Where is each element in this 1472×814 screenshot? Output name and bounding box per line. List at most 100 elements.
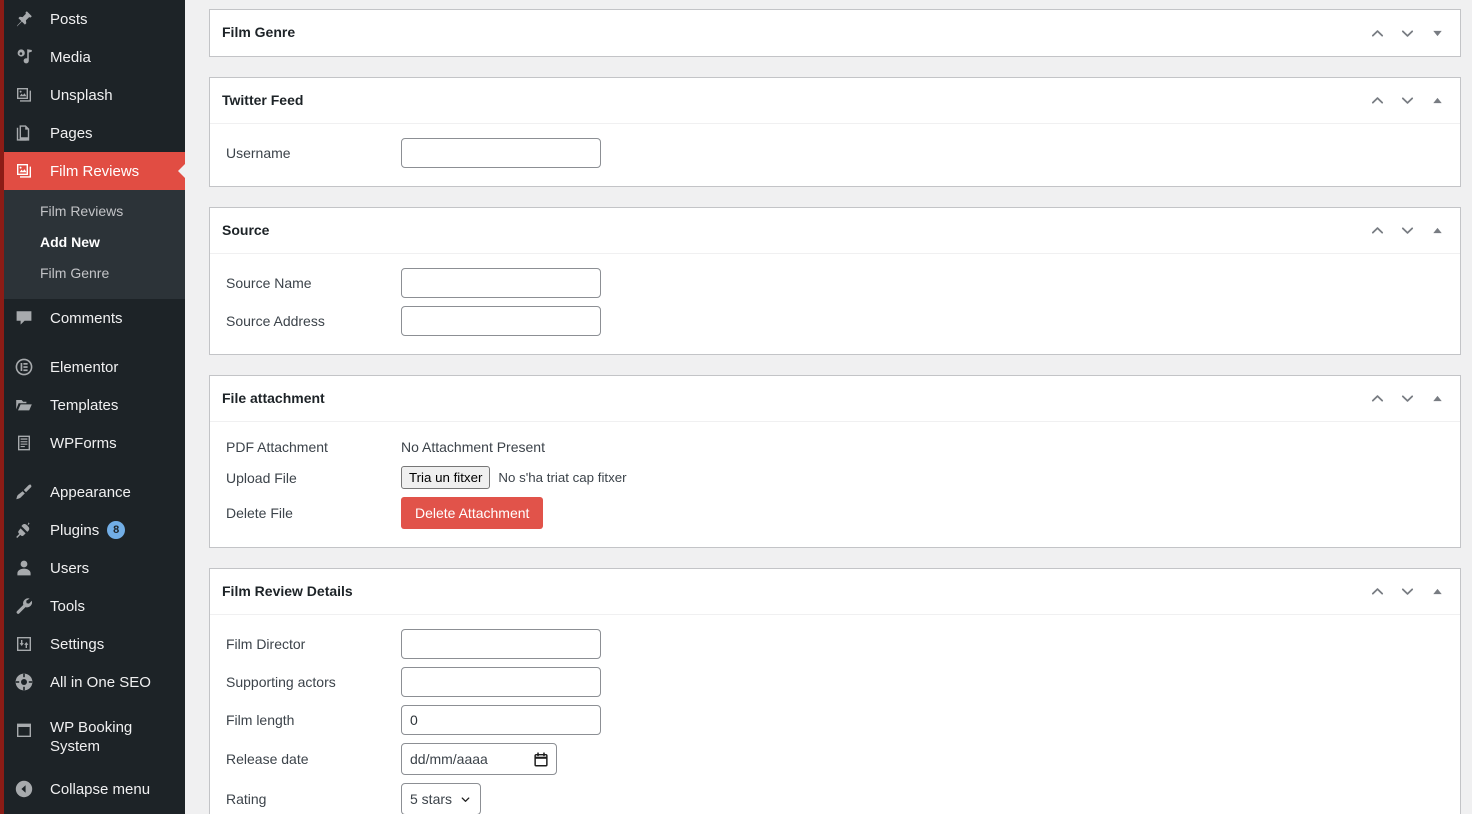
- sidebar-item-all-in-one-seo[interactable]: All in One SEO: [4, 663, 185, 701]
- metabox-title: File attachment: [222, 389, 325, 406]
- field-label: Upload File: [226, 469, 297, 486]
- sidebar-separator: [4, 462, 185, 473]
- sidebar-item-label: Tools: [50, 597, 86, 615]
- sidebar-item-wp-booking-system[interactable]: WP Booking System: [4, 712, 185, 770]
- move-up-button[interactable]: [1362, 85, 1392, 117]
- images-icon: [14, 85, 44, 105]
- sidebar-item-label: WPForms: [50, 434, 117, 452]
- sidebar-item-elementor[interactable]: Elementor: [4, 348, 185, 386]
- sidebar-item-tools[interactable]: Tools: [4, 587, 185, 625]
- field-label: PDF Attachment: [226, 439, 328, 455]
- sidebar-submenu: Film Reviews Add New Film Genre: [4, 190, 185, 299]
- sidebar-item-label: Users: [50, 559, 90, 577]
- field-control: Tria un fitxer No s'ha triat cap fitxer: [401, 462, 627, 493]
- sidebar-item-label: WP Booking System: [50, 719, 133, 755]
- wrench-icon: [14, 596, 44, 616]
- sidebar-item-label: Elementor: [50, 358, 119, 376]
- field-control: [401, 302, 601, 340]
- sidebar-item-plugins[interactable]: Plugins 8: [4, 511, 185, 549]
- metabox-handle-actions: [1362, 17, 1460, 49]
- sidebar-item-posts[interactable]: Posts: [4, 0, 185, 38]
- move-up-button[interactable]: [1362, 215, 1392, 247]
- sidebar-item-unsplash[interactable]: Unsplash: [4, 76, 185, 114]
- sidebar-item-comments[interactable]: Comments: [4, 299, 185, 337]
- field-label: Release date: [226, 751, 309, 767]
- collapse-toggle-button[interactable]: [1422, 383, 1452, 415]
- field-table: Film Director Supporting actors Film lengt…: [226, 625, 601, 814]
- comment-icon: [14, 308, 44, 328]
- calendar-icon[interactable]: [534, 751, 548, 767]
- field-control: [401, 625, 601, 663]
- field-label: Rating: [226, 791, 267, 807]
- field-label: Film Director: [226, 636, 306, 652]
- sidebar-submenu-item-film-genre[interactable]: Film Genre: [4, 258, 185, 289]
- film-director-input[interactable]: [401, 629, 601, 659]
- metabox-handle-actions: [1362, 215, 1460, 247]
- metabox-title: Source: [222, 221, 270, 238]
- source-name-input[interactable]: [401, 268, 601, 298]
- film-length-input[interactable]: [401, 705, 601, 735]
- sidebar-item-label: Film Reviews: [50, 162, 140, 180]
- folder-icon: [14, 395, 44, 415]
- field-label: Delete File: [226, 505, 293, 521]
- move-down-button[interactable]: [1392, 17, 1422, 49]
- move-up-button[interactable]: [1362, 383, 1392, 415]
- field-row-source-name: Source Name: [226, 264, 601, 302]
- field-label: Source Name: [226, 275, 312, 291]
- file-input[interactable]: Tria un fitxer No s'ha triat cap fitxer: [401, 466, 627, 489]
- metabox-body: Film Director Supporting actors Film lengt…: [210, 615, 1460, 814]
- metabox-handle-actions: [1362, 576, 1460, 608]
- elementor-icon: [14, 357, 44, 377]
- delete-attachment-button[interactable]: Delete Attachment: [401, 497, 544, 529]
- field-label: Film length: [226, 712, 295, 728]
- metabox-title: Film Genre: [222, 24, 296, 41]
- field-row-delete-file: Delete File Delete Attachment: [226, 493, 627, 533]
- sidebar-item-wpforms[interactable]: WPForms: [4, 424, 185, 462]
- rating-selected-value: 5 stars: [410, 791, 453, 807]
- move-down-button[interactable]: [1392, 85, 1422, 117]
- metabox-file-attachment: File attachment PDF Attachment No Attachme…: [209, 375, 1461, 548]
- move-down-button[interactable]: [1392, 215, 1422, 247]
- metabox-header: File attachment: [210, 376, 1460, 422]
- field-control: dd/mm/aaaa: [401, 739, 601, 779]
- sidebar-item-collapse-menu[interactable]: Collapse menu: [4, 770, 185, 808]
- collapse-toggle-button[interactable]: [1422, 85, 1452, 117]
- expand-toggle-button[interactable]: [1422, 17, 1452, 49]
- brush-icon: [14, 482, 44, 502]
- sidebar-item-media[interactable]: Media: [4, 38, 185, 76]
- admin-sidebar: Posts Media Unsplash Pages Film Reviews Film …: [0, 0, 185, 814]
- sidebar-item-label: Pages: [50, 124, 93, 142]
- supporting-actors-input[interactable]: [401, 667, 601, 697]
- main-content: Film Genre Twitter Feed Username Source Sour…: [185, 0, 1472, 814]
- move-down-button[interactable]: [1392, 383, 1422, 415]
- sidebar-item-users[interactable]: Users: [4, 549, 185, 587]
- move-up-button[interactable]: [1362, 576, 1392, 608]
- field-control: Delete Attachment: [401, 493, 627, 533]
- field-control: [401, 134, 601, 172]
- choose-file-button[interactable]: Tria un fitxer: [401, 466, 491, 489]
- sidebar-item-templates[interactable]: Templates: [4, 386, 185, 424]
- collapse-toggle-button[interactable]: [1422, 215, 1452, 247]
- plug-icon: [14, 520, 44, 540]
- field-row-upload-file: Upload File Tria un fitxer No s'ha triat c…: [226, 462, 627, 493]
- sidebar-item-settings[interactable]: Settings: [4, 625, 185, 663]
- sidebar-submenu-item-add-new[interactable]: Add New: [4, 227, 185, 258]
- collapse-toggle-button[interactable]: [1422, 576, 1452, 608]
- chevron-down-icon: [459, 793, 472, 806]
- sidebar-item-label: All in One SEO: [50, 673, 151, 691]
- move-up-button[interactable]: [1362, 17, 1392, 49]
- sidebar-item-pages[interactable]: Pages: [4, 114, 185, 152]
- source-address-input[interactable]: [401, 306, 601, 336]
- sidebar-item-label: Collapse menu: [50, 780, 151, 798]
- release-date-input[interactable]: dd/mm/aaaa: [401, 743, 557, 775]
- username-input[interactable]: [401, 138, 601, 168]
- sidebar-item-label: Templates: [50, 396, 119, 414]
- sidebar-submenu-item-film-reviews[interactable]: Film Reviews: [4, 196, 185, 227]
- media-icon: [14, 47, 44, 67]
- move-down-button[interactable]: [1392, 576, 1422, 608]
- sidebar-item-appearance[interactable]: Appearance: [4, 473, 185, 511]
- sidebar-item-film-reviews[interactable]: Film Reviews: [4, 152, 185, 190]
- field-control: No Attachment Present: [401, 432, 627, 462]
- metabox-body: Username: [210, 124, 1460, 186]
- rating-select[interactable]: 5 stars: [401, 783, 482, 814]
